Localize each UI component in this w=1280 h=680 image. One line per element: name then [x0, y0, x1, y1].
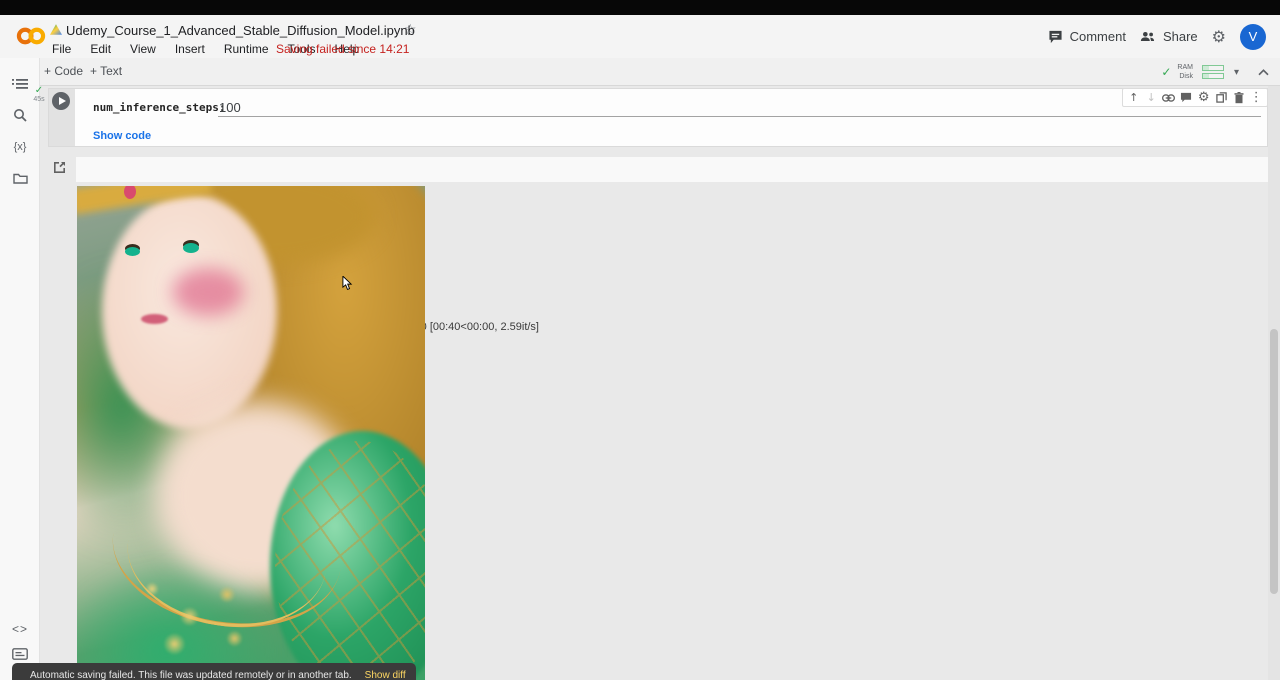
menu-view[interactable]: View — [130, 42, 156, 56]
header: Udemy_Course_1_Advanced_Stable_Diffusion… — [0, 15, 1280, 58]
add-comment-icon[interactable] — [1179, 90, 1194, 105]
files-icon[interactable] — [0, 166, 40, 190]
move-cell-up-icon[interactable]: ↑ — [1126, 90, 1141, 105]
form-field-underline — [218, 116, 1261, 117]
image-region-left-eye — [125, 247, 140, 256]
search-icon[interactable] — [0, 103, 40, 127]
menu-edit[interactable]: Edit — [90, 42, 111, 56]
variables-icon[interactable]: {x} — [0, 135, 40, 159]
disk-meter — [1202, 73, 1224, 79]
resource-meters[interactable] — [1202, 65, 1224, 79]
scrollbar-thumb[interactable] — [1270, 329, 1278, 594]
show-diff-button[interactable]: Show diff — [365, 670, 406, 680]
people-icon — [1140, 31, 1156, 42]
image-region-jewel-cluster — [122, 556, 272, 666]
resources-area: ✓ RAM Disk ▾ — [1161, 58, 1270, 86]
run-cell-button[interactable] — [52, 92, 70, 110]
avatar-initial: V — [1249, 29, 1258, 44]
code-snippets-icon[interactable]: <> — [0, 617, 40, 641]
notebook-title[interactable]: Udemy_Course_1_Advanced_Stable_Diffusion… — [66, 23, 415, 38]
play-icon — [59, 97, 66, 105]
colab-logo-icon[interactable] — [16, 21, 46, 51]
comment-label: Comment — [1070, 29, 1126, 44]
more-cell-actions-icon[interactable]: ⋮ — [1249, 90, 1264, 105]
generated-image — [77, 186, 425, 680]
copy-link-icon[interactable] — [1161, 90, 1176, 105]
image-region-blush — [172, 268, 244, 316]
settings-gear-icon[interactable]: ⚙ — [1212, 27, 1226, 46]
toast-message: Automatic saving failed. This file was u… — [30, 670, 352, 680]
cell-settings-gear-icon[interactable]: ⚙ — [1196, 90, 1211, 105]
image-region-lips — [141, 314, 168, 324]
ram-disk-labels[interactable]: RAM Disk — [1177, 63, 1193, 81]
disk-label: Disk — [1177, 72, 1193, 81]
drive-icon — [50, 24, 62, 35]
user-avatar[interactable]: V — [1240, 24, 1266, 50]
code-cell[interactable]: num_inference_steps: 100 Show code — [48, 88, 1268, 147]
share-label: Share — [1163, 29, 1198, 44]
cell-execution-badge: ✓ 45s — [29, 86, 49, 104]
saving-failed-status[interactable]: Saving failed since 14:21 — [276, 42, 409, 56]
window-top-strip — [0, 0, 1280, 15]
connected-check-icon: ✓ — [1161, 65, 1171, 79]
move-cell-down-icon[interactable]: ↓ — [1144, 90, 1159, 105]
notebook-toolbar: + Code + Text ✓ RAM Disk ▾ — [0, 58, 1280, 86]
ram-meter — [1202, 65, 1224, 71]
add-code-button[interactable]: + Code — [44, 64, 83, 78]
mirror-cell-icon[interactable] — [1214, 90, 1229, 105]
snippets-glyph: <> — [12, 622, 28, 636]
star-icon[interactable]: ☆ — [404, 22, 417, 38]
comment-button[interactable]: Comment — [1048, 29, 1126, 44]
form-field-label: num_inference_steps: — [93, 101, 225, 114]
menu-file[interactable]: File — [52, 42, 71, 56]
show-code-link[interactable]: Show code — [93, 130, 151, 142]
mouse-cursor — [342, 276, 353, 291]
add-text-button[interactable]: + Text — [90, 64, 122, 78]
execution-success-icon: ✓ — [29, 86, 49, 96]
delete-cell-icon[interactable] — [1231, 90, 1246, 105]
left-sidebar: {x} <> — [0, 58, 40, 680]
collapse-header-chevron-icon[interactable] — [1257, 68, 1270, 77]
variables-glyph: {x} — [14, 141, 27, 153]
cell-toolbar: ↑ ↓ ⚙ ⋮ — [1122, 88, 1268, 107]
form-field-input[interactable]: 100 — [219, 100, 241, 115]
saving-failed-toast: Automatic saving failed. This file was u… — [12, 663, 416, 680]
ram-label: RAM — [1177, 63, 1193, 72]
menu-insert[interactable]: Insert — [175, 42, 205, 56]
header-actions: Comment Share ⚙ V — [1048, 15, 1266, 58]
execution-time: 45s — [29, 96, 49, 104]
image-region-right-eye — [183, 243, 199, 253]
output-indicator-icon[interactable] — [53, 161, 66, 173]
progress-widget: 100% 100/100 [00:40<00:00, 2.59it/s] — [76, 157, 1268, 182]
comment-icon — [1048, 30, 1063, 44]
menu-runtime[interactable]: Runtime — [224, 42, 269, 56]
resources-dropdown-caret-icon[interactable]: ▾ — [1234, 67, 1239, 78]
share-button[interactable]: Share — [1140, 29, 1198, 44]
